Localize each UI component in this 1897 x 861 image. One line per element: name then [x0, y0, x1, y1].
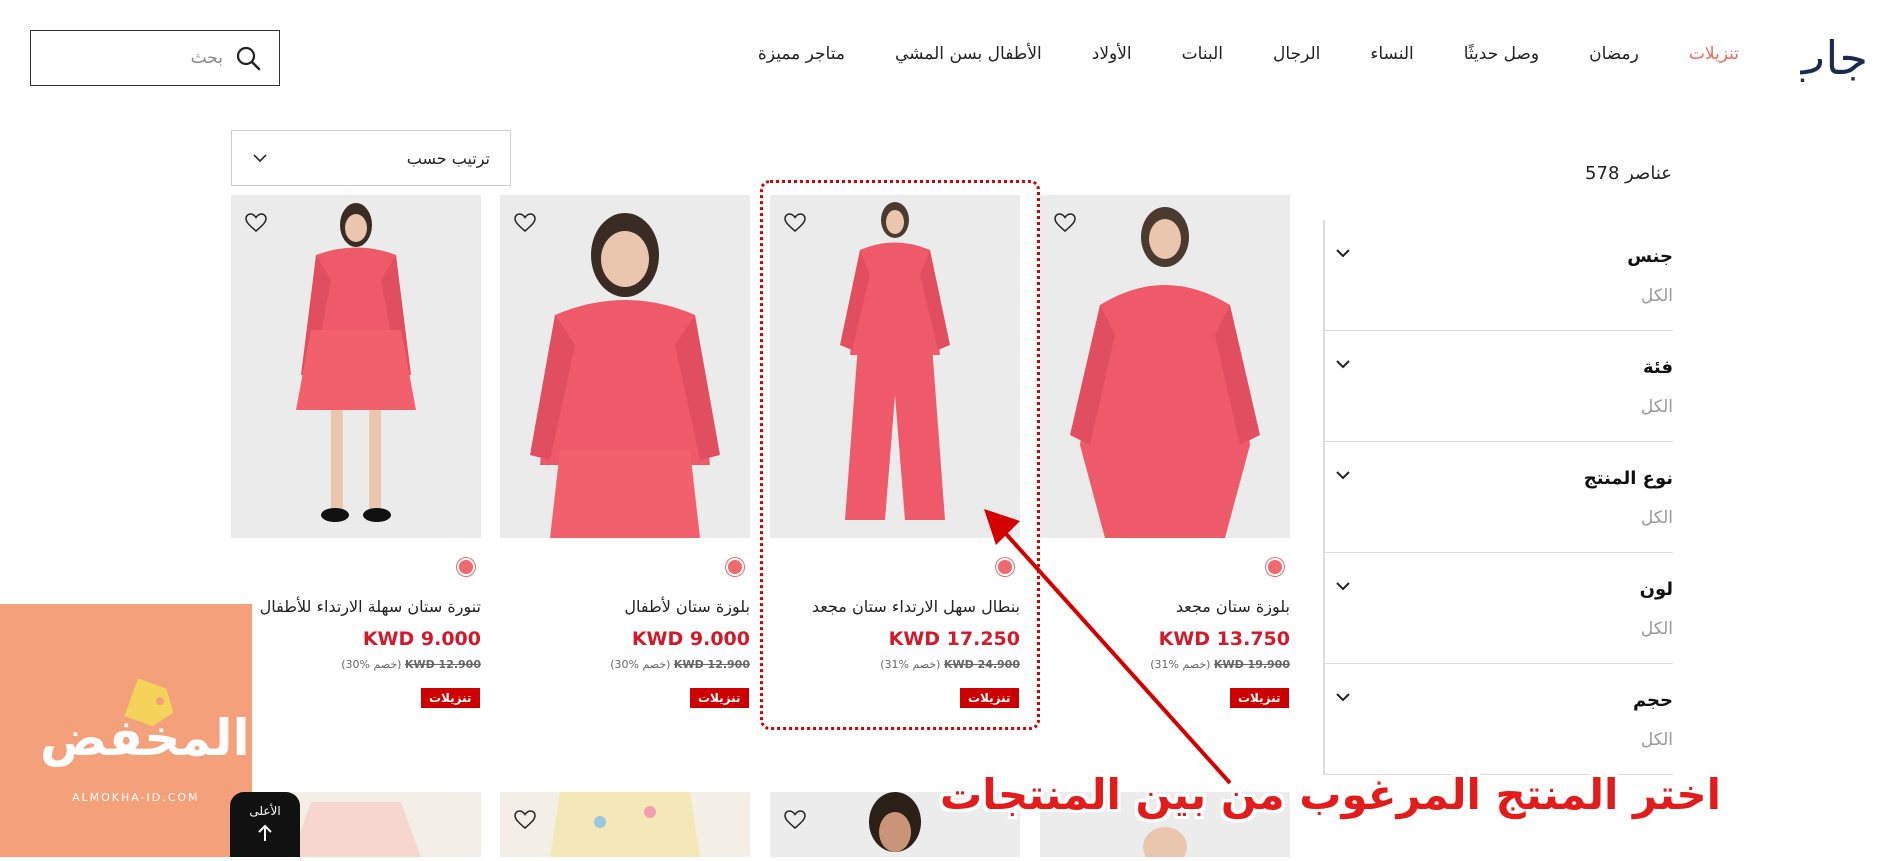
- filter-size[interactable]: حجم الكل: [1325, 664, 1673, 775]
- color-swatch[interactable]: [1266, 558, 1284, 576]
- filter-value: الكل: [1640, 619, 1673, 639]
- color-swatch[interactable]: [457, 558, 475, 576]
- main-nav: تنزيلات رمضان وصل حديثًا النساء الرجال ا…: [708, 44, 1739, 64]
- heart-icon[interactable]: [514, 810, 536, 830]
- product-name[interactable]: تنورة ستان سهلة الارتداء للأطفال: [221, 597, 481, 616]
- results-count: 578 عناصر: [1585, 163, 1672, 184]
- search-input[interactable]: بحث: [30, 30, 280, 86]
- nav-sale[interactable]: تنزيلات: [1689, 44, 1739, 64]
- nav-girls[interactable]: البنات: [1182, 44, 1223, 64]
- nav-toddlers[interactable]: الأطفال بسن المشي: [895, 44, 1042, 64]
- filter-value: الكل: [1640, 508, 1673, 528]
- nav-ramadan[interactable]: رمضان: [1589, 44, 1639, 64]
- product-old-price: (30% خصم) KWD 12.900: [341, 658, 481, 671]
- product-card[interactable]: [500, 195, 750, 538]
- chevron-down-icon[interactable]: [1335, 692, 1351, 702]
- product-old-price: (30% خصم) KWD 12.900: [610, 658, 750, 671]
- chevron-down-icon[interactable]: [1335, 470, 1351, 480]
- nav-women[interactable]: النساء: [1370, 44, 1413, 64]
- arrow-up-icon: [258, 824, 272, 841]
- search-placeholder: بحث: [190, 48, 223, 68]
- watermark-logo: المخفض ALMOKHA-ID.COM: [0, 604, 252, 857]
- product-image[interactable]: [500, 195, 750, 538]
- nav-men[interactable]: الرجال: [1273, 44, 1320, 64]
- arrow-icon: [984, 509, 1232, 785]
- watermark-text: المخفض: [40, 709, 250, 767]
- nav-boys[interactable]: الأولاد: [1092, 44, 1132, 64]
- filter-title: حجم: [1632, 690, 1673, 711]
- heart-icon[interactable]: [514, 213, 536, 233]
- filter-gender[interactable]: جنس الكل: [1325, 220, 1673, 331]
- color-swatch[interactable]: [726, 558, 744, 576]
- filter-value: الكل: [1640, 286, 1673, 306]
- back-to-top-label: الأعلى: [249, 804, 281, 818]
- back-to-top-button[interactable]: الأعلى: [230, 792, 300, 857]
- product-image[interactable]: [1040, 195, 1290, 538]
- filter-title: فئة: [1642, 357, 1673, 378]
- product-card[interactable]: [1040, 195, 1290, 538]
- product-price: KWD 9.000: [631, 628, 750, 650]
- instruction-annotation: اختر المنتج المرغوب من بين المنتجات: [940, 770, 1721, 819]
- sale-badge: تنزيلات: [421, 688, 480, 708]
- logo-text: جاب: [1800, 31, 1868, 85]
- filter-value: الكل: [1640, 397, 1673, 417]
- filter-value: الكل: [1640, 730, 1673, 750]
- nav-featured-stores[interactable]: متاجر مميزة: [758, 44, 845, 64]
- product-image[interactable]: [231, 195, 481, 538]
- filter-product-type[interactable]: نوع المنتج الكل: [1325, 442, 1673, 553]
- sort-label: ترتيب حسب: [406, 148, 490, 168]
- filter-category[interactable]: فئة الكل: [1325, 331, 1673, 442]
- product-name[interactable]: بلوزة ستان لأطفال: [490, 597, 750, 616]
- chevron-down-icon: [253, 154, 267, 163]
- search-icon[interactable]: [235, 45, 261, 71]
- product-card[interactable]: [231, 195, 481, 538]
- chevron-down-icon[interactable]: [1335, 581, 1351, 591]
- nav-new-arrivals[interactable]: وصل حديثًا: [1464, 44, 1539, 64]
- gap-logo[interactable]: جاب: [1782, 22, 1872, 92]
- heart-icon[interactable]: [245, 213, 267, 233]
- heart-icon[interactable]: [784, 810, 806, 830]
- filter-color[interactable]: لون الكل: [1325, 553, 1673, 664]
- filter-title: لون: [1639, 579, 1673, 600]
- watermark-subtext: ALMOKHA-ID.COM: [72, 791, 200, 804]
- filter-sidebar: جنس الكل فئة الكل نوع المنتج الكل لون ال…: [1323, 220, 1673, 775]
- heart-icon[interactable]: [1054, 213, 1076, 233]
- filter-title: جنس: [1627, 246, 1673, 267]
- chevron-down-icon[interactable]: [1335, 248, 1351, 258]
- product-card[interactable]: [500, 792, 750, 857]
- product-price: KWD 9.000: [362, 628, 481, 650]
- sort-dropdown[interactable]: ترتيب حسب: [231, 130, 511, 186]
- filter-title: نوع المنتج: [1583, 468, 1673, 489]
- sale-badge: تنزيلات: [690, 688, 749, 708]
- chevron-down-icon[interactable]: [1335, 359, 1351, 369]
